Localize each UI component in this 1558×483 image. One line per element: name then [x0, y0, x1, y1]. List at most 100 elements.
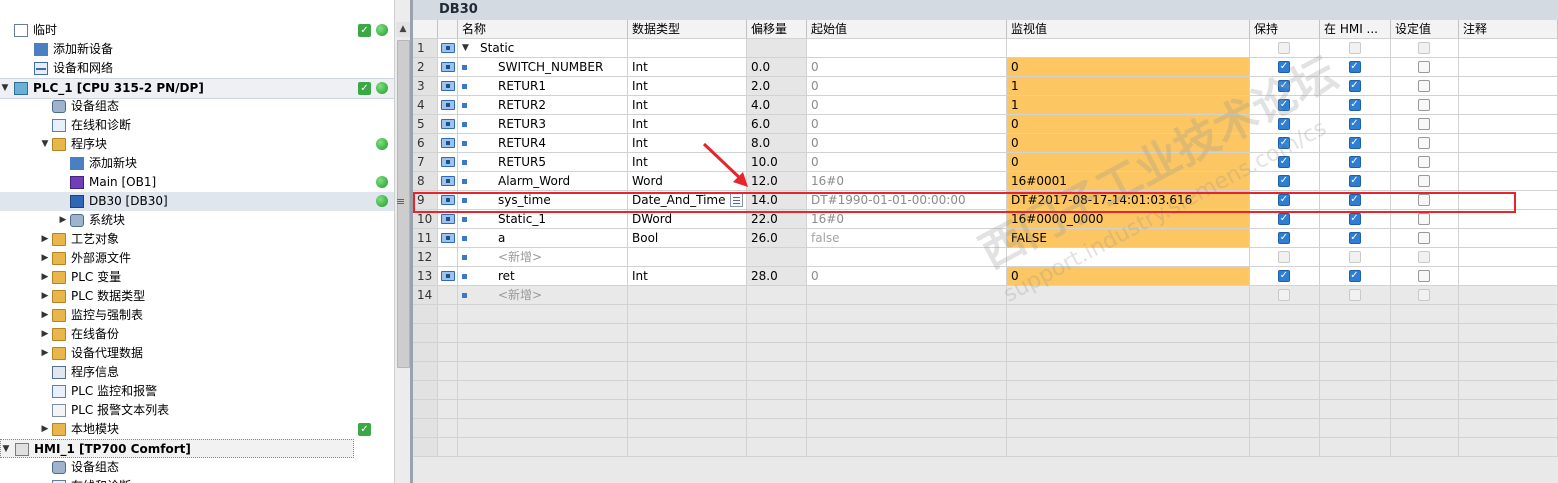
datatype-cell[interactable]: Int [628, 134, 747, 153]
hmi-checkbox[interactable]: ✓ [1348, 99, 1361, 111]
tree-item[interactable]: 临时 ✓ [0, 21, 394, 40]
column-header[interactable]: 监视值 [1007, 20, 1250, 39]
tree-item[interactable]: ▼ PLC_1 [CPU 315-2 PN/DP] ✓ [0, 78, 394, 99]
datatype-cell[interactable] [628, 39, 747, 58]
start-value-cell[interactable]: 0 [807, 134, 1007, 153]
hmi-checkbox[interactable]: ✓ [1348, 270, 1361, 282]
tree-item[interactable]: ▼ HMI_1 [TP700 Comfort] [0, 439, 354, 458]
comment-cell[interactable] [1459, 172, 1558, 191]
tree-item[interactable]: ▶ 在线备份 [0, 325, 394, 344]
column-header[interactable]: 名称 [458, 20, 628, 39]
datatype-cell[interactable]: Date_And_Time [628, 191, 747, 210]
hmi-checkbox[interactable]: ✓ [1348, 194, 1361, 206]
tree-item[interactable]: Main [OB1] [0, 173, 394, 192]
row-number[interactable]: 1 [413, 39, 438, 58]
tree-item[interactable]: ▶ 监控与强制表 [0, 306, 394, 325]
name-cell[interactable]: a [458, 229, 628, 248]
start-value-cell[interactable]: 0 [807, 58, 1007, 77]
start-value-cell[interactable] [807, 248, 1007, 267]
datatype-cell[interactable]: Int [628, 115, 747, 134]
column-header[interactable]: 在 HMI ... [1320, 20, 1391, 39]
start-value-cell[interactable] [807, 39, 1007, 58]
tree-item[interactable]: 添加新块 [0, 154, 394, 173]
datatype-cell[interactable]: Int [628, 153, 747, 172]
row-number[interactable]: 14 [413, 286, 438, 305]
setpoint-checkbox[interactable] [1418, 80, 1430, 92]
start-value-cell[interactable]: 0 [807, 267, 1007, 286]
row-number[interactable]: 3 [413, 77, 438, 96]
name-cell[interactable]: <新增> [458, 286, 628, 305]
retain-checkbox[interactable]: ✓ [1278, 213, 1290, 225]
retain-checkbox[interactable]: ✓ [1278, 156, 1290, 168]
tree-item[interactable]: ▶ 外部源文件 [0, 249, 394, 268]
datatype-cell[interactable]: Int [628, 267, 747, 286]
hmi-checkbox[interactable]: ✓ [1348, 137, 1361, 149]
row-number[interactable]: 2 [413, 58, 438, 77]
collapse-arrow-icon[interactable]: ▶ [40, 325, 50, 344]
name-cell[interactable]: RETUR1 [458, 77, 628, 96]
tree-item[interactable]: 设备组态 [0, 458, 394, 477]
comment-cell[interactable] [1459, 39, 1558, 58]
column-header[interactable]: 保持 [1250, 20, 1320, 39]
row-number[interactable]: 11 [413, 229, 438, 248]
retain-checkbox[interactable]: ✓ [1278, 194, 1290, 206]
hmi-checkbox[interactable]: ✓ [1348, 118, 1361, 130]
comment-cell[interactable] [1459, 248, 1558, 267]
retain-checkbox[interactable]: ✓ [1278, 137, 1290, 149]
start-value-cell[interactable]: 16#0 [807, 172, 1007, 191]
splitter-grip-icon[interactable]: ≡ [396, 195, 405, 208]
name-cell[interactable]: <新增> [458, 248, 628, 267]
tree-item[interactable]: 设备组态 [0, 97, 394, 116]
start-value-cell[interactable]: DT#1990-01-01-00:00:00 [807, 191, 1007, 210]
tree-item[interactable]: ▶ 设备代理数据 [0, 344, 394, 363]
tree-item[interactable]: PLC 报警文本列表 [0, 401, 394, 420]
tree-item[interactable]: ▶ PLC 数据类型 [0, 287, 394, 306]
retain-checkbox[interactable]: ✓ [1278, 232, 1290, 244]
retain-checkbox[interactable]: ✓ [1278, 270, 1290, 282]
hmi-checkbox[interactable]: ✓ [1348, 80, 1361, 92]
row-number[interactable]: 6 [413, 134, 438, 153]
name-cell[interactable]: ▼ Static [458, 39, 628, 58]
setpoint-checkbox[interactable] [1418, 270, 1430, 282]
expand-arrow-icon[interactable]: ▼ [40, 135, 50, 154]
column-header[interactable]: 偏移量 [747, 20, 807, 39]
collapse-arrow-icon[interactable]: ▶ [40, 249, 50, 268]
datatype-cell[interactable]: Int [628, 77, 747, 96]
setpoint-checkbox[interactable] [1418, 99, 1430, 111]
scroll-up-icon[interactable]: ▲ [396, 22, 410, 37]
retain-checkbox[interactable]: ✓ [1278, 118, 1290, 130]
setpoint-checkbox[interactable] [1418, 194, 1430, 206]
row-number[interactable]: 7 [413, 153, 438, 172]
datatype-cell[interactable]: Int [628, 58, 747, 77]
comment-cell[interactable] [1459, 134, 1558, 153]
column-header[interactable]: 设定值 [1391, 20, 1459, 39]
collapse-arrow-icon[interactable]: ▶ [40, 230, 50, 249]
tree-scrollbar[interactable]: ▲ [394, 0, 411, 483]
tree-item[interactable]: ▶ 本地模块 ✓ [0, 420, 394, 439]
tree-item[interactable]: 在线和诊断 [0, 116, 394, 135]
column-header[interactable]: 起始值 [807, 20, 1007, 39]
name-cell[interactable]: RETUR2 [458, 96, 628, 115]
collapse-arrow-icon[interactable]: ▶ [40, 306, 50, 325]
start-value-cell[interactable]: 0 [807, 115, 1007, 134]
tree-item[interactable]: ▶ 工艺对象 [0, 230, 394, 249]
comment-cell[interactable] [1459, 286, 1558, 305]
retain-checkbox[interactable]: ✓ [1278, 99, 1290, 111]
column-header[interactable] [413, 20, 438, 39]
hmi-checkbox[interactable]: ✓ [1348, 232, 1361, 244]
setpoint-checkbox[interactable] [1418, 137, 1430, 149]
start-value-cell[interactable]: 0 [807, 77, 1007, 96]
start-value-cell[interactable]: 16#0 [807, 210, 1007, 229]
tree-item[interactable]: DB30 [DB30] [0, 192, 394, 211]
expand-arrow-icon[interactable]: ▼ [462, 39, 469, 57]
collapse-arrow-icon[interactable]: ▶ [58, 211, 68, 230]
setpoint-checkbox[interactable] [1418, 61, 1430, 73]
hmi-checkbox[interactable]: ✓ [1348, 61, 1361, 73]
row-number[interactable]: 5 [413, 115, 438, 134]
comment-cell[interactable] [1459, 77, 1558, 96]
comment-cell[interactable] [1459, 96, 1558, 115]
datatype-cell[interactable] [628, 248, 747, 267]
tree-item[interactable]: 在线和诊断 [0, 477, 394, 483]
start-value-cell[interactable]: 0 [807, 153, 1007, 172]
comment-cell[interactable] [1459, 58, 1558, 77]
